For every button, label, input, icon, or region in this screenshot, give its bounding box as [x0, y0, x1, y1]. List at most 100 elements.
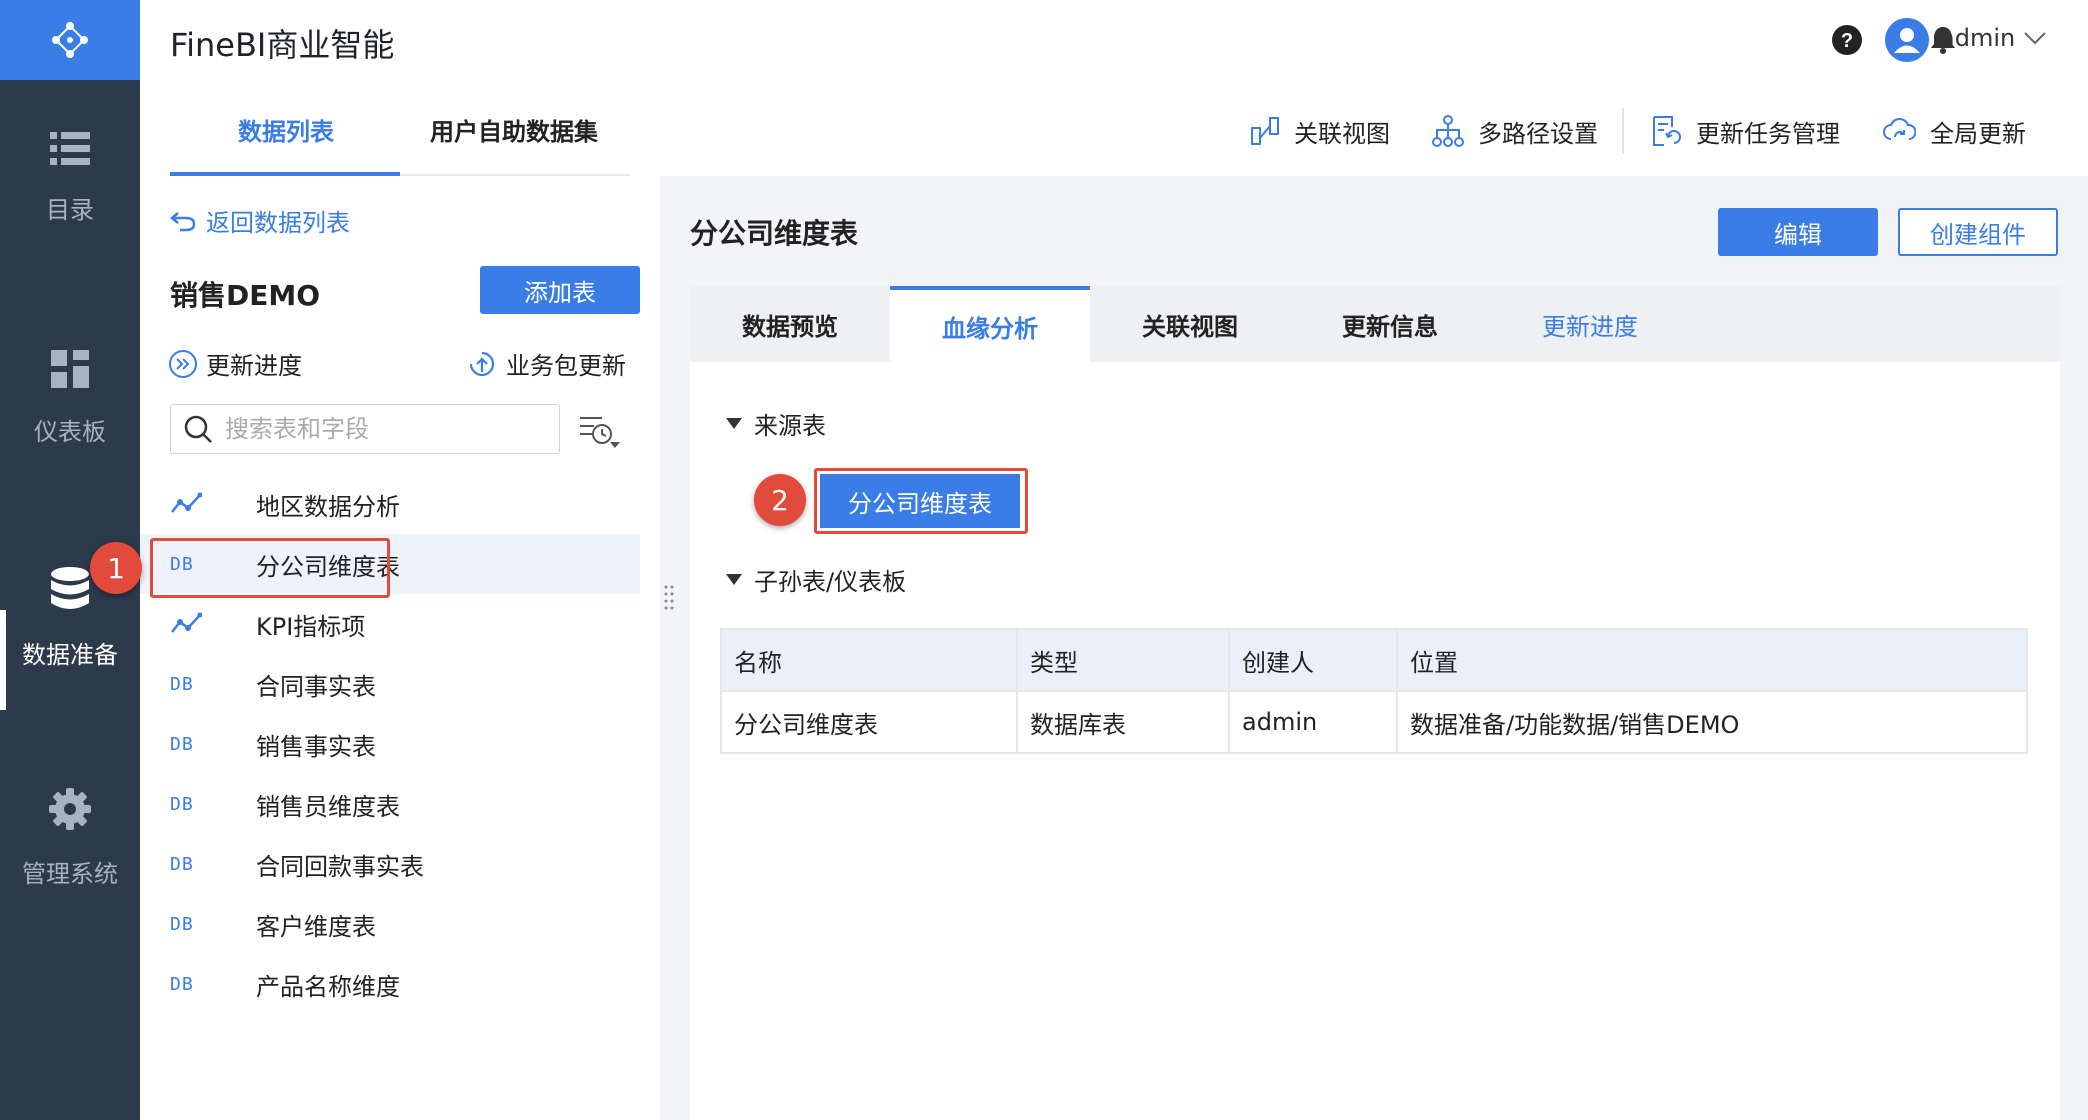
table-list-item[interactable]: DB 销售事实表: [140, 714, 640, 774]
edit-button[interactable]: 编辑: [1718, 208, 1878, 256]
tab-data-list[interactable]: 数据列表: [238, 112, 334, 147]
lineage-table: 名称 类型 创建人 位置 分公司维度表 数据库表 admin 数据准备/功能数据…: [720, 628, 2028, 754]
db-icon: DB: [170, 913, 194, 935]
search-box[interactable]: [170, 404, 560, 454]
tool-label: 多路径设置: [1478, 119, 1598, 148]
tab-data-preview[interactable]: 数据预览: [690, 286, 890, 362]
task-manage-icon: [1653, 116, 1681, 146]
resize-handle-icon[interactable]: [664, 584, 674, 610]
step-badge-2: 2: [754, 474, 806, 526]
app-logo[interactable]: [0, 0, 140, 80]
table-list-item[interactable]: DB 合同事实表: [140, 654, 640, 714]
user-name[interactable]: admin: [1940, 24, 2015, 52]
table-name: 合同事实表: [256, 672, 376, 701]
top-header: FineBI商业智能 ?: [140, 0, 2088, 80]
step-badge-1: 1: [90, 542, 142, 594]
caret-down-icon: [726, 417, 742, 429]
add-table-button[interactable]: 添加表: [480, 266, 640, 314]
back-to-list-link[interactable]: 返回数据列表: [170, 203, 350, 238]
package-title: 销售DEMO: [170, 279, 321, 312]
sidebar-item-label: 目录: [46, 195, 94, 224]
back-arrow-icon: [170, 211, 196, 231]
table-list-item[interactable]: 地区数据分析: [140, 474, 640, 534]
tab-lineage-analysis[interactable]: 血缘分析: [890, 286, 1090, 362]
tab-relation-view[interactable]: 关联视图: [1090, 286, 1290, 362]
sidebar-item-admin[interactable]: 管理系统: [0, 758, 140, 918]
caret-down-icon: [726, 573, 742, 585]
gear-icon: [49, 787, 91, 830]
tool-label: 关联视图: [1294, 119, 1390, 148]
sidebar-item-dashboard[interactable]: 仪表板: [0, 318, 140, 478]
table-name: KPI指标项: [256, 612, 366, 641]
db-icon: DB: [170, 793, 194, 815]
create-component-button[interactable]: 创建组件: [1898, 208, 2058, 256]
table-name: 客户维度表: [256, 912, 376, 941]
update-task-manage-button[interactable]: 更新任务管理: [1650, 114, 1840, 149]
back-link-label: 返回数据列表: [206, 209, 350, 237]
tab-update-progress[interactable]: 更新进度: [1490, 286, 1690, 362]
db-icon: DB: [170, 673, 194, 695]
progress-forward-icon: [169, 349, 197, 378]
sidebar-item-catalog[interactable]: 目录: [0, 98, 140, 258]
top-toolbar: 关联视图 多路径设置 更新任务管理 全局更新: [1250, 108, 2026, 154]
highlight-box: [150, 538, 390, 598]
relation-view-icon: [1251, 117, 1279, 145]
multipath-button[interactable]: 多路径设置: [1432, 114, 1598, 149]
table-name: 销售员维度表: [256, 792, 400, 821]
table-cell: 分公司维度表: [720, 690, 1018, 754]
tool-label: 更新任务管理: [1696, 119, 1840, 148]
database-icon: [51, 566, 89, 609]
filter-history-icon[interactable]: [578, 414, 622, 450]
toolbar-divider: [1622, 108, 1624, 154]
table-name: 销售事实表: [256, 732, 376, 761]
table-list-item[interactable]: DB 客户维度表: [140, 894, 640, 954]
db-icon: DB: [170, 973, 194, 995]
tab-update-info[interactable]: 更新信息: [1290, 286, 1490, 362]
chevron-down-icon[interactable]: [2024, 32, 2046, 46]
column-header: 类型: [1016, 628, 1230, 692]
table-cell: 数据库表: [1016, 690, 1230, 754]
column-header: 位置: [1396, 628, 2028, 692]
user-avatar-icon[interactable]: [1885, 18, 1929, 62]
source-section-label: 来源表: [754, 412, 826, 440]
sidebar-item-label: 仪表板: [34, 417, 106, 446]
column-header: 名称: [720, 628, 1018, 692]
table-list-item[interactable]: DB 产品名称维度: [140, 954, 640, 1014]
sidebar-item-label: 管理系统: [22, 859, 118, 888]
refresh-upload-icon: [469, 351, 495, 376]
svg-text:?: ?: [1841, 30, 1853, 52]
logo-icon: [52, 22, 88, 58]
package-update-link[interactable]: 业务包更新: [466, 346, 626, 381]
update-progress-link[interactable]: 更新进度: [168, 346, 302, 381]
child-section-toggle[interactable]: 子孙表/仪表板: [726, 562, 906, 597]
detail-tabs: 数据预览 血缘分析 关联视图 更新信息 更新进度: [690, 286, 2060, 362]
table-cell: admin: [1228, 690, 1398, 754]
table-name: 产品名称维度: [256, 972, 400, 1001]
tool-label: 全局更新: [1930, 119, 2026, 148]
table-list-item[interactable]: DB 合同回款事实表: [140, 834, 640, 894]
search-input[interactable]: [225, 415, 525, 443]
global-update-button[interactable]: 全局更新: [1882, 114, 2026, 149]
dashboard-grid-icon: [51, 349, 89, 388]
package-update-label: 业务包更新: [506, 352, 626, 380]
highlight-box: [814, 468, 1028, 534]
db-icon: DB: [170, 853, 194, 875]
table-row[interactable]: 分公司维度表 数据库表 admin 数据准备/功能数据/销售DEMO: [720, 690, 2028, 754]
db-icon: DB: [170, 733, 194, 755]
update-progress-label: 更新进度: [206, 352, 302, 380]
tab-self-service-dataset[interactable]: 用户自助数据集: [430, 112, 598, 147]
child-section-label: 子孙表/仪表板: [754, 568, 907, 596]
table-list-item[interactable]: DB 销售员维度表: [140, 774, 640, 834]
sidebar-item-label: 数据准备: [22, 640, 118, 669]
search-icon: [184, 415, 212, 443]
cloud-refresh-icon: [1883, 118, 1916, 140]
app-title: FineBI商业智能: [170, 26, 395, 64]
relation-view-button[interactable]: 关联视图: [1250, 114, 1390, 149]
source-section-toggle[interactable]: 来源表: [726, 406, 826, 441]
left-tabs: 数据列表 用户自助数据集: [170, 90, 630, 176]
table-list-item[interactable]: KPI指标项: [140, 594, 640, 654]
table-name: 合同回款事实表: [256, 852, 424, 881]
help-icon[interactable]: ?: [1832, 25, 1862, 55]
table-name: 地区数据分析: [256, 492, 400, 521]
table-cell: 数据准备/功能数据/销售DEMO: [1396, 690, 2028, 754]
